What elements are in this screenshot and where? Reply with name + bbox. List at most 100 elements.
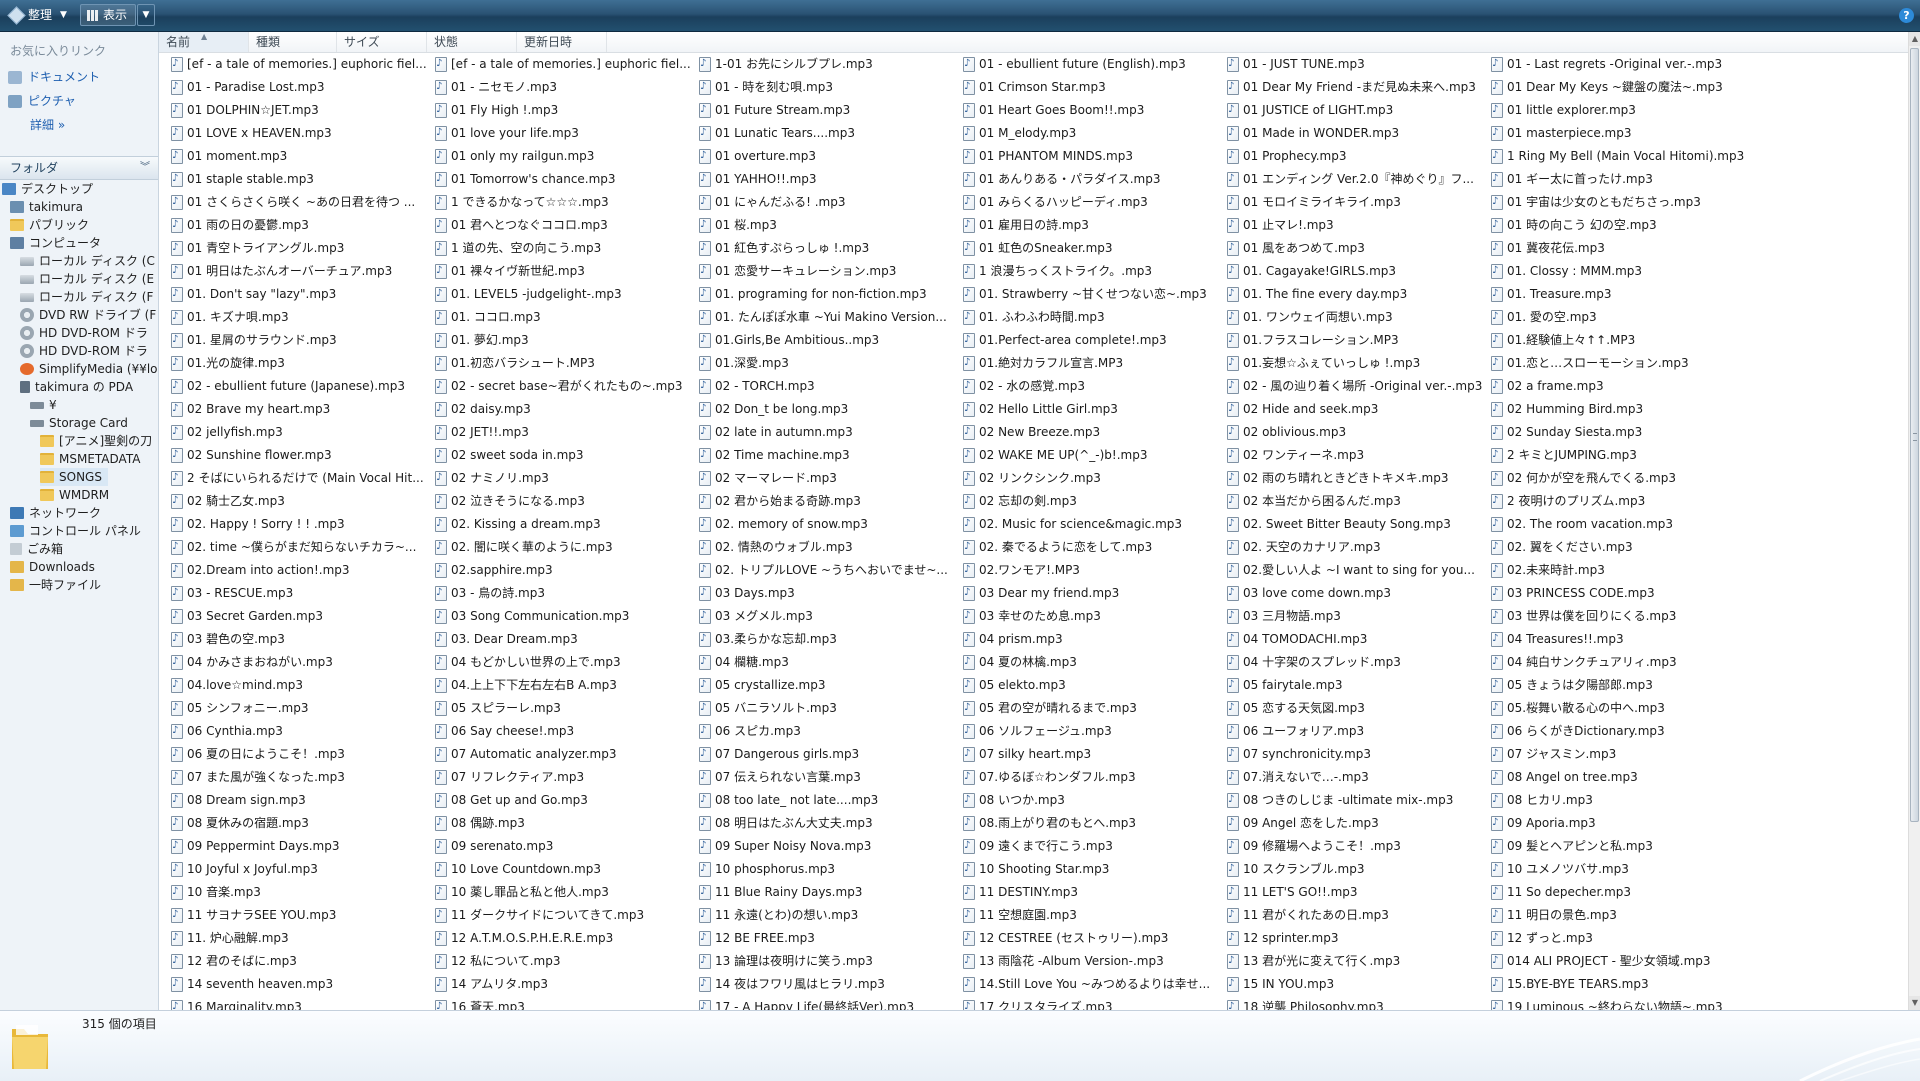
- file-item[interactable]: 01 明日はたぶんオーバーチュア.mp3: [169, 261, 427, 281]
- file-item[interactable]: 01 only my railgun.mp3: [433, 146, 691, 166]
- file-item[interactable]: 08 明日はたぶん大丈夫.mp3: [697, 813, 955, 833]
- file-item[interactable]: 09 Peppermint Days.mp3: [169, 836, 427, 856]
- file-item[interactable]: 09 Aporia.mp3: [1489, 813, 1747, 833]
- tree-item-temp-files[interactable]: 一時ファイル: [10, 576, 101, 594]
- file-item[interactable]: 11 ダークサイドについてきて.mp3: [433, 905, 691, 925]
- favorite-link-documents[interactable]: ドキュメント: [8, 68, 100, 86]
- file-item[interactable]: 02 - 水の感覚.mp3: [961, 376, 1219, 396]
- file-item[interactable]: 10 Love Countdown.mp3: [433, 859, 691, 879]
- file-item[interactable]: 01 みらくるハッピーディ.mp3: [961, 192, 1219, 212]
- file-item[interactable]: 02 リンクシンク.mp3: [961, 468, 1219, 488]
- file-item[interactable]: 09 Super Noisy Nova.mp3: [697, 836, 955, 856]
- file-item[interactable]: 11 君がくれたあの日.mp3: [1225, 905, 1483, 925]
- file-item[interactable]: 09 遠くまで行こう.mp3: [961, 836, 1219, 856]
- tree-item-control-panel[interactable]: コントロール パネル: [10, 522, 141, 540]
- file-item[interactable]: 01. LEVEL5 -judgelight-.mp3: [433, 284, 691, 304]
- file-item[interactable]: 09 serenato.mp3: [433, 836, 691, 856]
- file-item[interactable]: 02. 天空のカナリア.mp3: [1225, 537, 1483, 557]
- file-item[interactable]: 01. 愛の空.mp3: [1489, 307, 1747, 327]
- file-item[interactable]: 06 Say cheese!.mp3: [433, 721, 691, 741]
- file-item[interactable]: 06 スピカ.mp3: [697, 721, 955, 741]
- file-item[interactable]: 01.初恋バラシュート.MP3: [433, 353, 691, 373]
- file-item[interactable]: 09 修羅場へようこそ！.mp3: [1225, 836, 1483, 856]
- file-item[interactable]: 01 love your life.mp3: [433, 123, 691, 143]
- file-item[interactable]: 17 クリスタライズ.mp3: [961, 997, 1219, 1010]
- file-item[interactable]: 05 スピラーレ.mp3: [433, 698, 691, 718]
- file-item[interactable]: 01. たんぽぽ水車 ~Yui Makino Version...: [697, 307, 955, 327]
- file-item[interactable]: 11 LET'S GO!!.mp3: [1225, 882, 1483, 902]
- file-item[interactable]: 07 Automatic analyzer.mp3: [433, 744, 691, 764]
- file-item[interactable]: 15.BYE-BYE TEARS.mp3: [1489, 974, 1747, 994]
- file-item[interactable]: 01 M_elody.mp3: [961, 123, 1219, 143]
- file-item[interactable]: 04.上上下下左右左右B A.mp3: [433, 675, 691, 695]
- file-item[interactable]: 05 fairytale.mp3: [1225, 675, 1483, 695]
- file-item[interactable]: 17 - A Happy Life(最終話Ver).mp3: [697, 997, 955, 1010]
- file-item[interactable]: 04.love☆mind.mp3: [169, 675, 427, 695]
- file-item[interactable]: 02 何かが空を飛んでくる.mp3: [1489, 468, 1747, 488]
- file-item[interactable]: 08 偶跡.mp3: [433, 813, 691, 833]
- tree-item-takimura[interactable]: takimura: [10, 198, 83, 216]
- scrollbar-thumb[interactable]: [1910, 48, 1919, 822]
- file-item[interactable]: 06 Cynthia.mp3: [169, 721, 427, 741]
- file-item[interactable]: 11. 炉心融解.mp3: [169, 928, 427, 948]
- file-item[interactable]: 01 時の向こう 幻の空.mp3: [1489, 215, 1747, 235]
- tree-item-root[interactable]: ¥: [30, 396, 57, 414]
- file-item[interactable]: 08 いつか.mp3: [961, 790, 1219, 810]
- file-item[interactable]: 08 つきのしじま -ultimate mix-.mp3: [1225, 790, 1483, 810]
- tree-item-downloads[interactable]: Downloads: [10, 558, 95, 576]
- file-item[interactable]: 01 - 時を刻む唄.mp3: [697, 77, 955, 97]
- file-item[interactable]: 02 JET!!.mp3: [433, 422, 691, 442]
- file-item[interactable]: 01 DOLPHIN☆JET.mp3: [169, 100, 427, 120]
- file-item[interactable]: 06 らくがきDictionary.mp3: [1489, 721, 1747, 741]
- file-item[interactable]: 19 Luminous ~終わらない物語~.mp3: [1489, 997, 1747, 1010]
- file-item[interactable]: 13 雨陰花 -Album Version-.mp3: [961, 951, 1219, 971]
- file-item[interactable]: 02 Time machine.mp3: [697, 445, 955, 465]
- file-item[interactable]: 01 PHANTOM MINDS.mp3: [961, 146, 1219, 166]
- tree-item-local-disk-e[interactable]: ローカル ディスク (E: [20, 270, 154, 288]
- file-item[interactable]: 01 Tomorrow's chance.mp3: [433, 169, 691, 189]
- file-item[interactable]: 02 Humming Bird.mp3: [1489, 399, 1747, 419]
- file-item[interactable]: 02. Music for science&magic.mp3: [961, 514, 1219, 534]
- file-item[interactable]: 02 sweet soda in.mp3: [433, 445, 691, 465]
- file-item[interactable]: 2 そばにいられるだけで (Main Vocal Hit...: [169, 468, 427, 488]
- file-item[interactable]: 04 Treasures!!.mp3: [1489, 629, 1747, 649]
- file-item[interactable]: 04 純白サンクチュアリィ.mp3: [1489, 652, 1747, 672]
- file-item[interactable]: 04 もどかしい世界の上で.mp3: [433, 652, 691, 672]
- tree-item-public[interactable]: パブリック: [10, 216, 89, 234]
- file-item[interactable]: 01. Don't say "lazy".mp3: [169, 284, 427, 304]
- views-button[interactable]: 表示: [80, 4, 136, 26]
- file-item[interactable]: 03.柔らかな忘却.mp3: [697, 629, 955, 649]
- file-item[interactable]: 02 WAKE ME UP(^_-)b!.mp3: [961, 445, 1219, 465]
- file-item[interactable]: 14 夜はフワリ風はヒラリ.mp3: [697, 974, 955, 994]
- favorite-link-pictures[interactable]: ピクチャ: [8, 92, 76, 110]
- file-item[interactable]: 01. Cagayake!GIRLS.mp3: [1225, 261, 1483, 281]
- file-item[interactable]: 01 青空トライアングル.mp3: [169, 238, 427, 258]
- file-item[interactable]: 01.Girls,Be Ambitious..mp3: [697, 330, 955, 350]
- file-item[interactable]: 01 Prophecy.mp3: [1225, 146, 1483, 166]
- file-item[interactable]: 01 エンディング Ver.2.0『神めぐり』フ...: [1225, 169, 1483, 189]
- file-item[interactable]: 10 スクランブル.mp3: [1225, 859, 1483, 879]
- file-item[interactable]: 04 欄糖.mp3: [697, 652, 955, 672]
- file-item[interactable]: 07 リフレクティア.mp3: [433, 767, 691, 787]
- file-item[interactable]: 02 Sunshine flower.mp3: [169, 445, 427, 465]
- file-item[interactable]: 11 明日の景色.mp3: [1489, 905, 1747, 925]
- tree-item-msmetadata[interactable]: MSMETADATA: [40, 450, 140, 468]
- file-item[interactable]: 01 Lunatic Tears....mp3: [697, 123, 955, 143]
- favorite-links-more[interactable]: 詳細 »: [30, 116, 65, 134]
- file-item[interactable]: 08 Dream sign.mp3: [169, 790, 427, 810]
- file-item[interactable]: 11 DESTINY.mp3: [961, 882, 1219, 902]
- file-item[interactable]: 02. 秦でるように恋をして.mp3: [961, 537, 1219, 557]
- tree-item-hd-dvd-1[interactable]: HD DVD-ROM ドラ: [20, 324, 148, 342]
- tree-item-songs[interactable]: SONGS: [40, 468, 108, 486]
- file-item[interactable]: 03 Secret Garden.mp3: [169, 606, 427, 626]
- file-item[interactable]: 1 できるかなって☆☆☆.mp3: [433, 192, 691, 212]
- file-item[interactable]: 01 あんりある・パラダイス.mp3: [961, 169, 1219, 189]
- file-item[interactable]: 01. Clossy : MMM.mp3: [1489, 261, 1747, 281]
- file-item[interactable]: 02 - ebullient future (Japanese).mp3: [169, 376, 427, 396]
- file-item[interactable]: 02 - TORCH.mp3: [697, 376, 955, 396]
- file-item[interactable]: 01 にゃんだふる! .mp3: [697, 192, 955, 212]
- file-item[interactable]: 01 ギー太に首ったけ.mp3: [1489, 169, 1747, 189]
- vertical-scrollbar[interactable]: ▲ ▼: [1908, 32, 1920, 1010]
- file-item[interactable]: 02 マーマレード.mp3: [697, 468, 955, 488]
- file-item[interactable]: 16 Marginality.mp3: [169, 997, 427, 1010]
